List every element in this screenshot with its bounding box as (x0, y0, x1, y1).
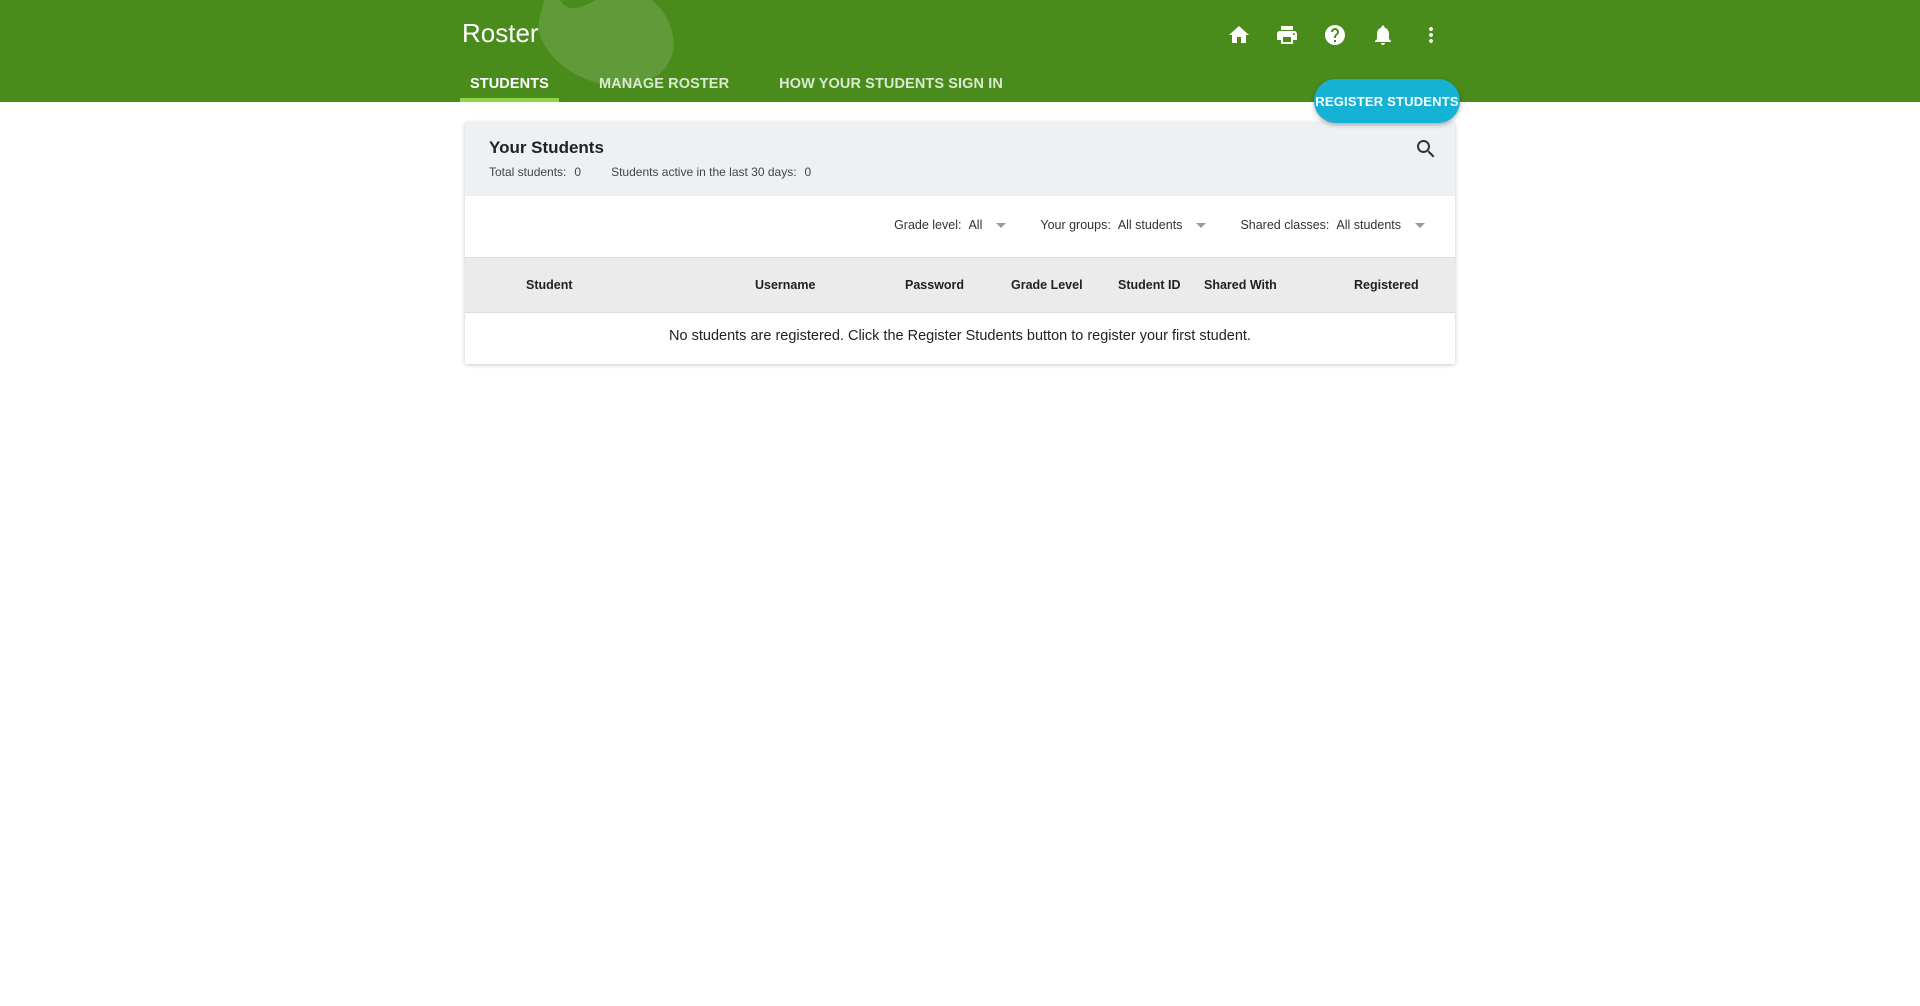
roster-tabs: STUDENTS MANAGE ROSTER HOW YOUR STUDENTS… (460, 70, 1043, 102)
print-icon[interactable] (1272, 20, 1302, 50)
tab-manage-roster[interactable]: MANAGE ROSTER (589, 70, 739, 102)
column-header-student-id[interactable]: Student ID (1118, 278, 1181, 292)
chevron-down-icon (1415, 222, 1425, 228)
shared-classes-filter-label: Shared classes: (1240, 218, 1330, 232)
tab-how-students-sign-in[interactable]: HOW YOUR STUDENTS SIGN IN (769, 70, 1013, 102)
register-students-button[interactable]: REGISTER STUDENTS (1314, 79, 1460, 123)
column-header-password[interactable]: Password (905, 278, 964, 292)
active-students-stat: Students active in the last 30 days: 0 (611, 165, 811, 179)
your-groups-filter-label: Your groups: (1040, 218, 1111, 232)
your-groups-filter-value: All students (1117, 218, 1183, 232)
home-icon[interactable] (1224, 20, 1254, 50)
your-groups-filter[interactable]: Your groups: All students (1040, 218, 1207, 232)
chevron-down-icon (996, 222, 1007, 228)
grade-level-filter-label: Grade level: (894, 218, 962, 232)
header-toolbar (1224, 20, 1446, 50)
students-card: Your Students Total students: 0 Students … (465, 122, 1455, 364)
active-students-value: 0 (804, 165, 812, 179)
column-header-student[interactable]: Student (526, 278, 573, 292)
help-icon[interactable] (1320, 20, 1350, 50)
column-header-registered[interactable]: Registered (1354, 278, 1419, 292)
shared-classes-filter[interactable]: Shared classes: All students (1240, 218, 1425, 232)
empty-state-message: No students are registered. Click the Re… (669, 328, 1251, 344)
grade-level-filter-value: All (968, 218, 983, 232)
search-icon[interactable] (1413, 136, 1439, 162)
total-students-value: 0 (574, 165, 582, 179)
page-title: Roster (462, 18, 539, 48)
app-header: Roster STUDENTS MANAGE ROSTER HOW YOUR S… (0, 0, 1920, 102)
column-header-shared-with[interactable]: Shared With (1204, 278, 1277, 292)
chevron-down-icon (1196, 222, 1207, 228)
tab-students[interactable]: STUDENTS (460, 70, 559, 102)
card-title: Your Students (489, 138, 604, 157)
total-students-label: Total students: (489, 165, 567, 179)
column-header-username[interactable]: Username (755, 278, 815, 292)
grade-level-filter[interactable]: Grade level: All (894, 218, 1007, 232)
students-table-header: Student Username Password Grade Level St… (465, 257, 1455, 313)
student-stats: Total students: 0 Students active in the … (489, 165, 811, 179)
total-students-stat: Total students: 0 (489, 165, 581, 179)
filter-bar: Grade level: All Your groups: All studen… (894, 218, 1425, 232)
more-vert-icon[interactable] (1416, 20, 1446, 50)
column-header-grade-level[interactable]: Grade Level (1011, 278, 1083, 292)
card-header: Your Students Total students: 0 Students … (465, 122, 1455, 196)
active-students-label: Students active in the last 30 days: (611, 165, 797, 179)
notifications-icon[interactable] (1368, 20, 1398, 50)
shared-classes-filter-value: All students (1336, 218, 1401, 232)
